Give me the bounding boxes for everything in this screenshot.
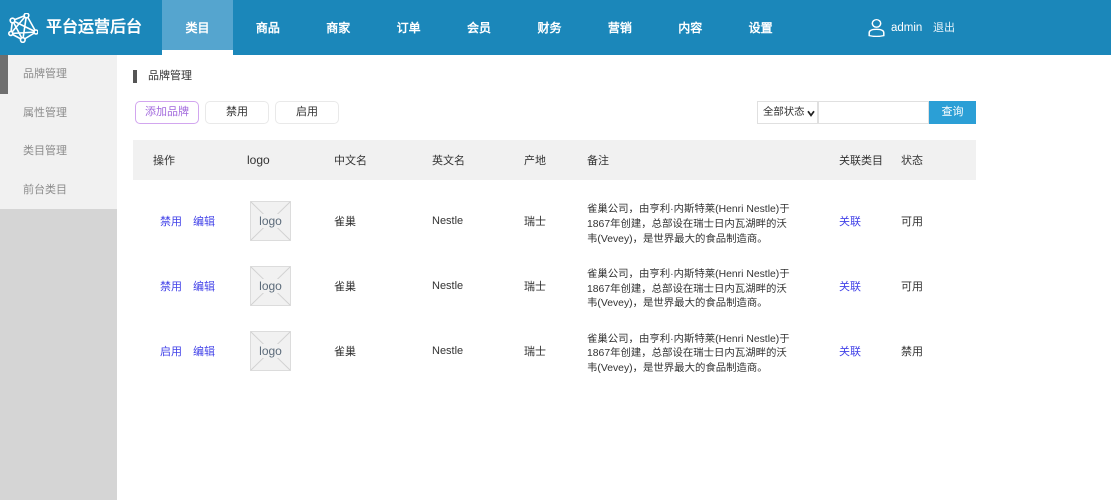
svg-text:logo: logo bbox=[259, 214, 282, 228]
svg-text:logo: logo bbox=[259, 279, 282, 293]
svg-text:logo: logo bbox=[259, 344, 282, 358]
